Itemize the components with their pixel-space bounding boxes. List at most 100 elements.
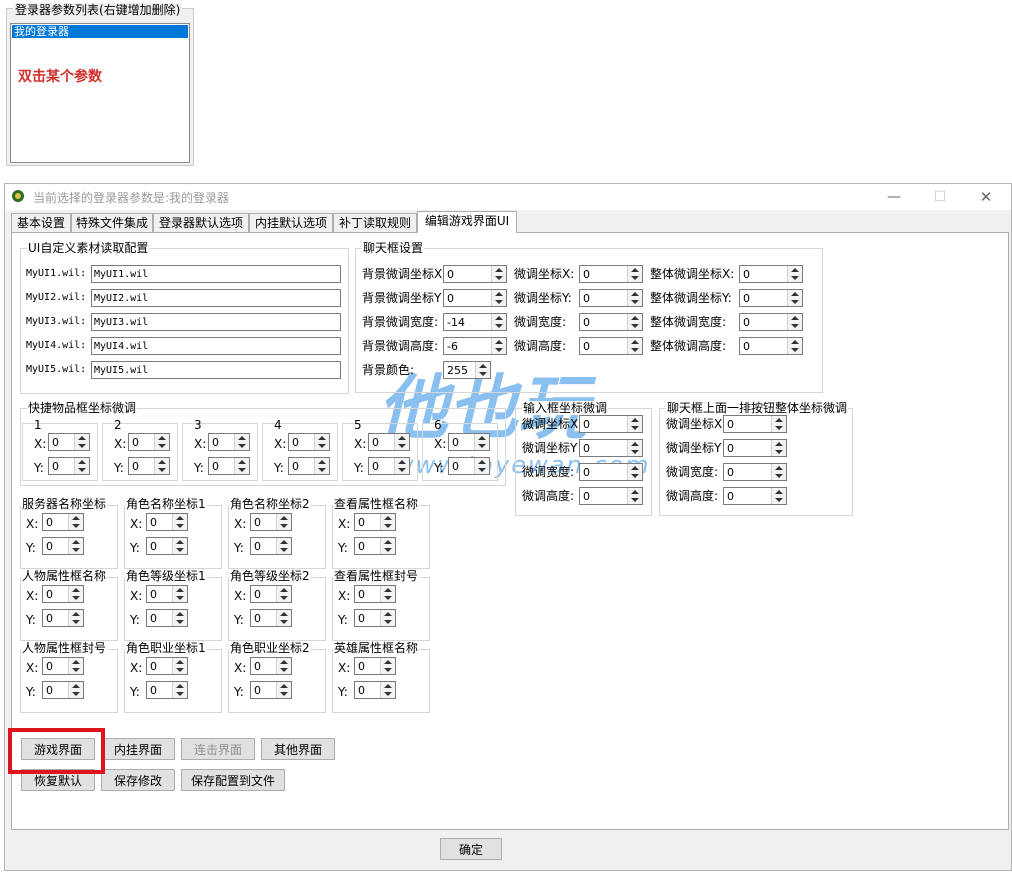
wil-input[interactable]: MyUI1.wil <box>91 265 341 283</box>
spin-up-icon[interactable] <box>280 516 288 520</box>
spin-arrows[interactable] <box>276 658 291 674</box>
spin-down-icon[interactable] <box>775 474 783 478</box>
spin-arrows[interactable] <box>234 458 249 474</box>
tab-plugin-defaults[interactable]: 内挂默认选项 <box>249 213 333 232</box>
spin-up-icon[interactable] <box>176 612 184 616</box>
spin-up-icon[interactable] <box>775 442 783 446</box>
spin-arrows[interactable] <box>627 314 642 330</box>
spin-up-icon[interactable] <box>78 436 86 440</box>
spin-down-icon[interactable] <box>631 276 639 280</box>
wil-input[interactable]: MyUI4.wil <box>91 337 341 355</box>
tab-edit-game-ui[interactable]: 编辑游戏界面UI <box>417 211 517 233</box>
spin-up-icon[interactable] <box>158 436 166 440</box>
spin-arrows[interactable] <box>314 434 329 450</box>
spin-down-icon[interactable] <box>495 348 503 352</box>
spin-up-icon[interactable] <box>72 660 80 664</box>
minimize-button[interactable]: — <box>871 184 917 210</box>
spin-up-icon[interactable] <box>631 292 639 296</box>
spin-arrows[interactable] <box>154 434 169 450</box>
list-item-selected[interactable]: 我的登录器 <box>12 25 188 38</box>
coord-x-spin[interactable]: 0 <box>146 657 188 675</box>
spin-down-icon[interactable] <box>238 468 246 472</box>
quick-slot-x-spin[interactable]: 0 <box>48 433 90 451</box>
wil-input[interactable]: MyUI2.wil <box>91 289 341 307</box>
spin-arrows[interactable] <box>491 338 506 354</box>
chat-overall-spin[interactable]: 0 <box>739 289 803 307</box>
spin-down-icon[interactable] <box>72 596 80 600</box>
spin-down-icon[interactable] <box>398 468 406 472</box>
tab-basic[interactable]: 基本设置 <box>11 213 71 232</box>
spin-up-icon[interactable] <box>398 436 406 440</box>
spin-down-icon[interactable] <box>631 498 639 502</box>
spin-arrows[interactable] <box>787 314 802 330</box>
spin-arrows[interactable] <box>276 538 291 554</box>
coord-y-spin[interactable]: 0 <box>42 609 84 627</box>
spin-up-icon[interactable] <box>631 340 639 344</box>
spin-arrows[interactable] <box>787 266 802 282</box>
spin-down-icon[interactable] <box>631 348 639 352</box>
spin-down-icon[interactable] <box>791 300 799 304</box>
spin-arrows[interactable] <box>627 290 642 306</box>
spin-arrows[interactable] <box>491 290 506 306</box>
spin-arrows[interactable] <box>787 290 802 306</box>
spin-arrows[interactable] <box>627 440 642 456</box>
spin-up-icon[interactable] <box>280 660 288 664</box>
spin-up-icon[interactable] <box>384 588 392 592</box>
spin-arrows[interactable] <box>276 610 291 626</box>
chat-bg-spin[interactable]: 0 <box>443 265 507 283</box>
coord-x-spin[interactable]: 0 <box>354 513 396 531</box>
spin-up-icon[interactable] <box>176 588 184 592</box>
spin-down-icon[interactable] <box>631 450 639 454</box>
chat-buttons-adjust-spin[interactable]: 0 <box>723 439 787 457</box>
spin-down-icon[interactable] <box>791 276 799 280</box>
chat-overall-spin[interactable]: 0 <box>739 265 803 283</box>
spin-down-icon[interactable] <box>631 300 639 304</box>
spin-up-icon[interactable] <box>775 418 783 422</box>
spin-arrows[interactable] <box>787 338 802 354</box>
spin-down-icon[interactable] <box>176 596 184 600</box>
spin-arrows[interactable] <box>276 514 291 530</box>
spin-down-icon[interactable] <box>72 668 80 672</box>
spin-down-icon[interactable] <box>280 524 288 528</box>
spin-arrows[interactable] <box>74 458 89 474</box>
spin-up-icon[interactable] <box>384 684 392 688</box>
spin-up-icon[interactable] <box>775 466 783 470</box>
spin-down-icon[interactable] <box>384 668 392 672</box>
spin-up-icon[interactable] <box>631 418 639 422</box>
spin-arrows[interactable] <box>68 538 83 554</box>
quick-slot-x-spin[interactable]: 0 <box>208 433 250 451</box>
tab-special-files[interactable]: 特殊文件集成 <box>71 213 153 232</box>
chat-bg-spin[interactable]: 255 <box>443 361 491 379</box>
spin-down-icon[interactable] <box>72 692 80 696</box>
spin-up-icon[interactable] <box>176 516 184 520</box>
spin-down-icon[interactable] <box>631 426 639 430</box>
coord-x-spin[interactable]: 0 <box>354 657 396 675</box>
spin-down-icon[interactable] <box>495 300 503 304</box>
spin-down-icon[interactable] <box>775 426 783 430</box>
spin-up-icon[interactable] <box>318 436 326 440</box>
chat-buttons-adjust-spin[interactable]: 0 <box>723 415 787 433</box>
spin-arrows[interactable] <box>380 586 395 602</box>
input-adjust-spin[interactable]: 0 <box>579 487 643 505</box>
spin-down-icon[interactable] <box>318 468 326 472</box>
combo-ui-button[interactable]: 连击界面 <box>181 738 255 760</box>
spin-arrows[interactable] <box>68 514 83 530</box>
spin-up-icon[interactable] <box>631 268 639 272</box>
spin-up-icon[interactable] <box>398 460 406 464</box>
spin-arrows[interactable] <box>68 658 83 674</box>
chat-adjust-spin[interactable]: 0 <box>579 313 643 331</box>
spin-arrows[interactable] <box>68 586 83 602</box>
spin-down-icon[interactable] <box>791 348 799 352</box>
spin-down-icon[interactable] <box>280 692 288 696</box>
coord-y-spin[interactable]: 0 <box>42 537 84 555</box>
coord-y-spin[interactable]: 0 <box>250 537 292 555</box>
spin-up-icon[interactable] <box>495 316 503 320</box>
coord-x-spin[interactable]: 0 <box>146 585 188 603</box>
spin-down-icon[interactable] <box>384 620 392 624</box>
spin-up-icon[interactable] <box>318 460 326 464</box>
spin-up-icon[interactable] <box>72 540 80 544</box>
spin-arrows[interactable] <box>154 458 169 474</box>
chat-bg-spin[interactable]: -14 <box>443 313 507 331</box>
spin-down-icon[interactable] <box>495 276 503 280</box>
spin-arrows[interactable] <box>74 434 89 450</box>
